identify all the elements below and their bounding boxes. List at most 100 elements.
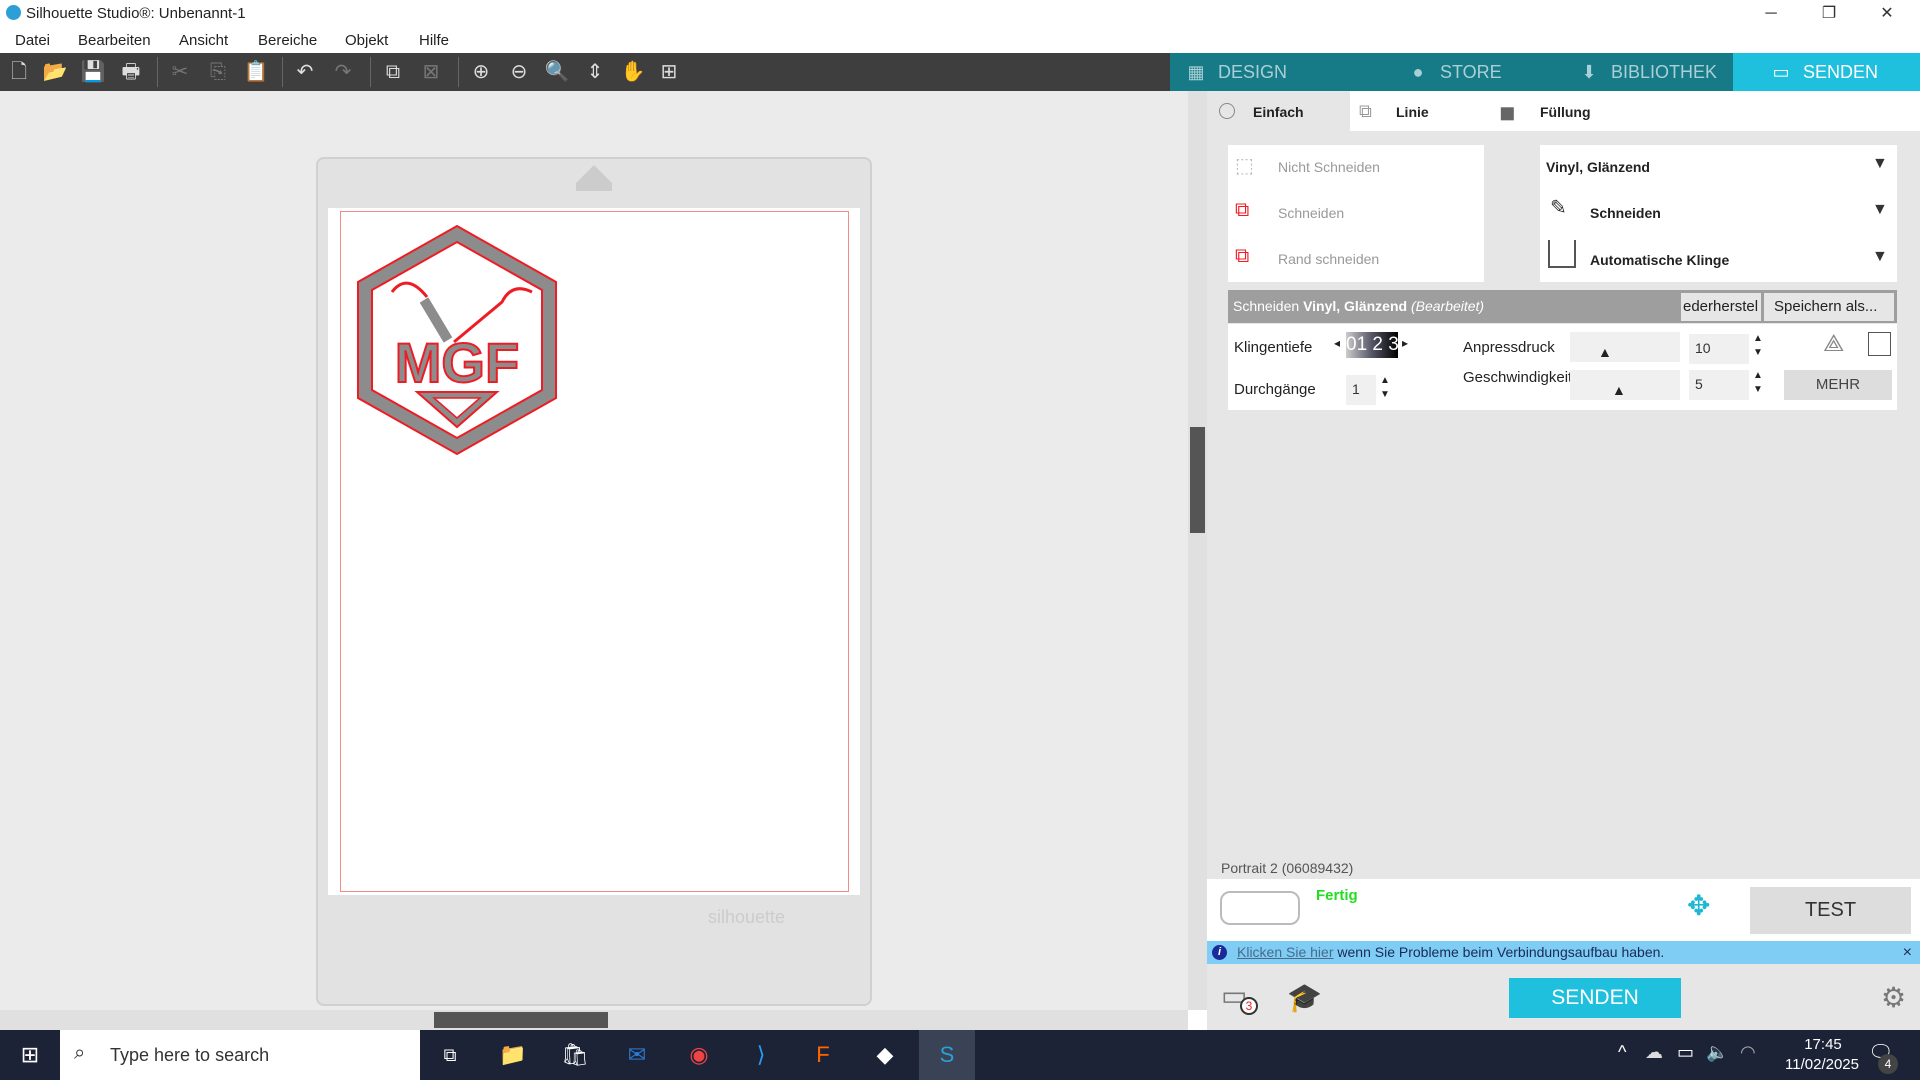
material-select[interactable]: Vinyl, Glänzend: [1546, 159, 1650, 175]
file-explorer-icon[interactable]: 📁: [485, 1030, 541, 1080]
undo-icon[interactable]: ↶: [292, 59, 318, 85]
speed-stepper[interactable]: ▲ ▼: [1753, 369, 1763, 397]
restore-button[interactable]: ederherstel: [1681, 293, 1761, 321]
arrow-left-icon[interactable]: ◂: [1334, 336, 1340, 350]
tab-design[interactable]: ▦ DESIGN: [1170, 53, 1350, 91]
line-icon: ⧉: [1359, 101, 1372, 121]
tab-store[interactable]: ● STORE: [1392, 53, 1572, 91]
move-arrows-icon[interactable]: ✥: [1687, 889, 1710, 922]
scroll-thumb[interactable]: [434, 1012, 608, 1028]
auto-blade-icon: [1548, 240, 1576, 268]
wifi-icon[interactable]: ◠: [1740, 1042, 1756, 1063]
open-folder-icon[interactable]: 📂: [42, 59, 68, 85]
cut-icon[interactable]: ✂: [167, 59, 193, 85]
close-button[interactable]: ✕: [1864, 0, 1910, 27]
tool-select[interactable]: Automatische Klinge: [1590, 252, 1729, 268]
info-icon: i: [1212, 945, 1227, 960]
option-rand-schneiden[interactable]: Rand schneiden: [1278, 251, 1379, 267]
grid-icon: ▦: [1187, 62, 1205, 82]
vscode-icon[interactable]: ⟩: [733, 1030, 789, 1080]
pressure-stepper[interactable]: ▲ ▼: [1753, 332, 1763, 360]
chrome-icon[interactable]: ◉: [671, 1030, 727, 1080]
option-schneiden[interactable]: Schneiden: [1278, 205, 1344, 221]
save-icon[interactable]: 💾: [80, 59, 106, 85]
zoom-out-icon[interactable]: ⊖: [506, 59, 532, 85]
silhouette-studio-taskbar-icon[interactable]: S: [919, 1030, 975, 1080]
scroll-thumb[interactable]: [1190, 427, 1205, 533]
volume-icon[interactable]: 🔈: [1706, 1042, 1728, 1063]
chevron-down-icon[interactable]: ▼: [1872, 155, 1888, 173]
menu-ansicht[interactable]: Ansicht: [179, 32, 228, 49]
battery-icon[interactable]: ▭: [1677, 1042, 1694, 1063]
tutorial-icon[interactable]: 🎓: [1287, 981, 1322, 1014]
minimize-button[interactable]: ─: [1748, 0, 1794, 27]
fit-page-icon[interactable]: ⊞: [656, 59, 682, 85]
app-logo-icon: [6, 5, 21, 20]
ms-store-icon[interactable]: 🛍: [547, 1030, 603, 1080]
pressure-input[interactable]: 10: [1689, 334, 1749, 364]
ungroup-icon[interactable]: ⊠: [418, 59, 444, 85]
app-icon[interactable]: ◆: [857, 1030, 913, 1080]
material-settings: Vinyl, Glänzend ▼ ✎ Schneiden ▼ Automati…: [1540, 145, 1897, 282]
toolbar-divider: [282, 57, 283, 87]
chevron-down-icon[interactable]: ▼: [1872, 201, 1888, 219]
pan-move-icon[interactable]: ⇕: [582, 59, 608, 85]
more-button[interactable]: MEHR: [1784, 370, 1892, 400]
zoom-in-icon[interactable]: ⊕: [468, 59, 494, 85]
redo-icon[interactable]: ↷: [330, 59, 356, 85]
speed-slider[interactable]: ▲: [1570, 370, 1680, 400]
mode-tabs-bg: [1350, 91, 1920, 131]
arrow-right-icon[interactable]: ▸: [1402, 336, 1408, 350]
tab-bibliothek[interactable]: ⬇ BIBLIOTHEK: [1563, 53, 1733, 91]
horizontal-scrollbar[interactable]: [0, 1010, 1188, 1030]
speed-input[interactable]: 5: [1689, 370, 1749, 400]
help-link[interactable]: Klicken Sie hier: [1237, 944, 1334, 960]
vertical-scrollbar[interactable]: [1188, 91, 1207, 1010]
test-button[interactable]: TEST: [1750, 887, 1911, 934]
hand-icon[interactable]: ✋: [620, 59, 646, 85]
new-file-icon[interactable]: 🗋: [6, 59, 32, 85]
menu-datei[interactable]: Datei: [15, 32, 50, 49]
mgf-logo[interactable]: MGF: [352, 222, 562, 458]
group-icon[interactable]: ⧉: [380, 59, 406, 85]
chevron-up-icon[interactable]: ^: [1618, 1042, 1626, 1063]
print-icon[interactable]: 🖶: [118, 59, 144, 85]
paste-icon[interactable]: 📋: [243, 59, 269, 85]
blade-adjust-icon: ⟁: [1823, 330, 1845, 357]
chevron-down-icon[interactable]: ▼: [1872, 248, 1888, 266]
passes-stepper[interactable]: ▲ ▼: [1380, 374, 1390, 402]
device-status: Fertig: [1316, 887, 1358, 904]
tab-senden[interactable]: ▭ SENDEN: [1733, 53, 1920, 91]
pressure-slider[interactable]: ▲: [1570, 332, 1680, 362]
blade-depth-dial[interactable]: 01 2 34: [1346, 332, 1398, 358]
zoom-select-icon[interactable]: 🔍: [544, 59, 570, 85]
outlook-icon[interactable]: ✉: [609, 1030, 665, 1080]
cut-option-list: ⬚ Nicht Schneiden ⧉ Schneiden ⧉ Rand sch…: [1228, 145, 1484, 282]
passes-input[interactable]: 1: [1346, 375, 1376, 405]
taskbar-search[interactable]: ⌕ Type here to search: [60, 1030, 420, 1080]
clock-date[interactable]: 11/02/2025: [1770, 1056, 1874, 1073]
save-as-button[interactable]: Speichern als...: [1764, 293, 1894, 321]
menu-objekt[interactable]: Objekt: [345, 32, 388, 49]
info-bar: i Klicken Sie hier wenn Sie Probleme bei…: [1207, 941, 1920, 964]
menu-bearbeiten[interactable]: Bearbeiten: [78, 32, 151, 49]
fusion-icon[interactable]: F: [795, 1030, 851, 1080]
task-view-icon[interactable]: ⧉: [422, 1030, 478, 1080]
start-windows-icon[interactable]: ⊞: [2, 1030, 58, 1080]
close-info-button[interactable]: ×: [1903, 941, 1912, 964]
mode-tab-fuellung[interactable]: Füllung: [1540, 104, 1591, 120]
gear-icon[interactable]: ⚙: [1881, 981, 1906, 1014]
restore-button[interactable]: ❐: [1806, 0, 1852, 27]
menu-bereiche[interactable]: Bereiche: [258, 32, 317, 49]
clock-time[interactable]: 17:45: [1788, 1036, 1858, 1053]
menu-hilfe[interactable]: Hilfe: [419, 32, 449, 49]
mode-tab-linie[interactable]: Linie: [1396, 104, 1429, 120]
notification-count-badge: 4: [1878, 1054, 1898, 1074]
action-select[interactable]: Schneiden: [1590, 205, 1661, 221]
copy-icon[interactable]: ⎘: [205, 59, 231, 85]
onedrive-sync-icon[interactable]: ☁: [1645, 1042, 1663, 1063]
send-button[interactable]: SENDEN: [1509, 978, 1681, 1018]
mode-tab-einfach[interactable]: Einfach: [1253, 104, 1304, 120]
option-nicht-schneiden[interactable]: Nicht Schneiden: [1278, 159, 1380, 175]
radio-einfach[interactable]: [1219, 103, 1235, 119]
